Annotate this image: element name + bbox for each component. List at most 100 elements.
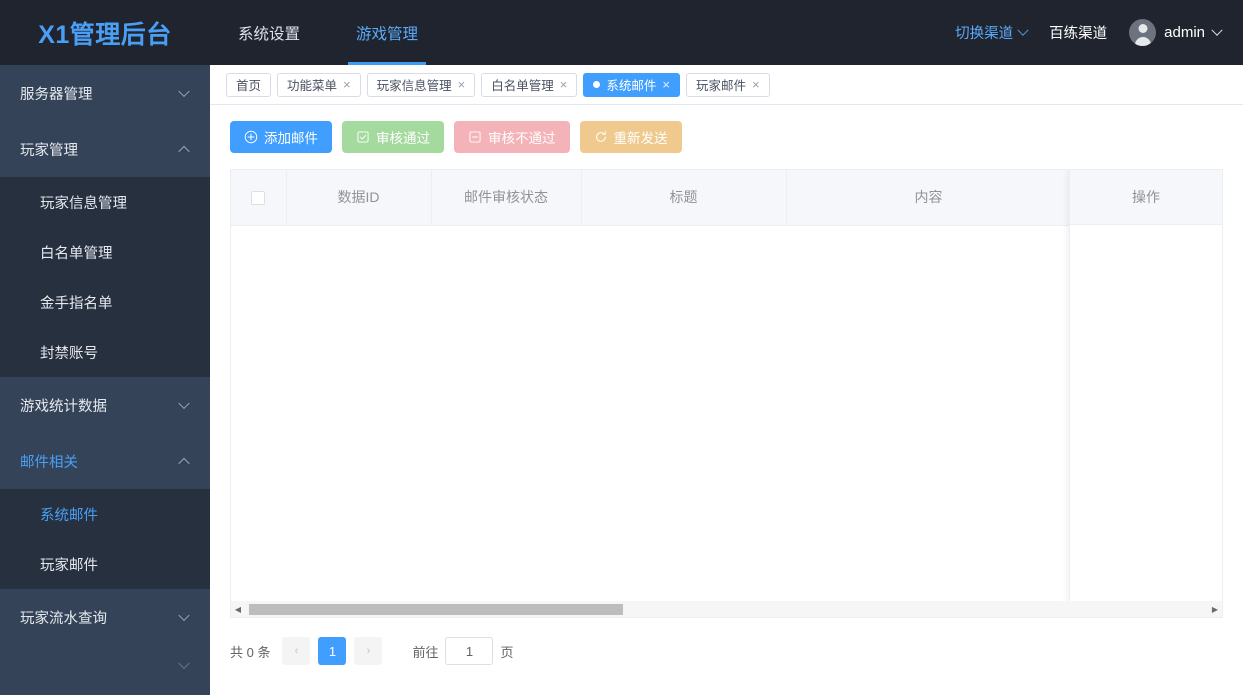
tab-system-mail[interactable]: 系统邮件 ×: [583, 72, 680, 97]
main-content: 首页 功能菜单 × 玩家信息管理 × 白名单管理 × 系统邮件 × 玩家邮件 ×: [210, 65, 1243, 695]
chevron-down-icon: [178, 85, 190, 98]
chevron-down-icon: [178, 609, 190, 622]
tab-whitelist[interactable]: 白名单管理 ×: [481, 72, 578, 97]
table-header-row: 数据ID 邮件审核状态 标题 内容 操作: [231, 170, 1222, 226]
add-mail-button[interactable]: 添加邮件: [230, 121, 332, 153]
close-icon[interactable]: ×: [560, 78, 568, 91]
close-icon[interactable]: ×: [662, 78, 670, 91]
sidebar-item-banned-accounts[interactable]: 封禁账号: [0, 327, 210, 377]
sidebar-group-partially-visible[interactable]: [0, 645, 210, 685]
active-dot-icon: [593, 81, 601, 88]
chevron-down-icon: [178, 397, 190, 410]
close-icon[interactable]: ×: [343, 78, 351, 91]
avatar: [1129, 19, 1157, 46]
tab-player-info[interactable]: 玩家信息管理 ×: [366, 72, 476, 97]
sidebar-item-label: 白名单管理: [40, 245, 113, 262]
table-header-operations: 操作: [1071, 170, 1222, 226]
table-header-data-id: 数据ID: [286, 170, 432, 226]
data-table-element: 数据ID 邮件审核状态 标题 内容 操作: [231, 170, 1222, 226]
page-jump-input[interactable]: [445, 637, 494, 665]
close-icon[interactable]: ×: [458, 78, 466, 91]
content-panel: 添加邮件 审核通过 审核不通过 重新发送 数据ID 邮件审核状态 标题 内容 操…: [210, 105, 1243, 695]
sidebar-group-player-management[interactable]: 玩家管理: [0, 121, 210, 177]
total-count-label: 共 0 条: [230, 644, 271, 660]
sidebar-group-player-transactions[interactable]: 玩家流水查询: [0, 589, 210, 645]
top-nav: 系统设置 游戏管理: [210, 0, 446, 65]
table-header: 数据ID 邮件审核状态 标题 内容 操作: [231, 170, 1222, 226]
jump-prefix-label: 前往: [412, 644, 439, 660]
chevron-down-icon: [1211, 24, 1223, 36]
top-nav-label: 游戏管理: [356, 25, 419, 43]
scroll-left-arrow-icon[interactable]: ◀: [231, 605, 245, 614]
scroll-right-arrow-icon[interactable]: ▶: [1208, 605, 1222, 614]
sidebar-item-label: 玩家信息管理: [40, 195, 127, 212]
sidebar-group-label: 玩家流水查询: [20, 610, 107, 627]
approve-button[interactable]: 审核通过: [342, 121, 444, 153]
chevron-down-icon: [178, 657, 190, 670]
table-body-empty: [231, 225, 1222, 601]
button-label: 重新发送: [613, 131, 668, 146]
horizontal-scrollbar[interactable]: ◀ ▶: [230, 601, 1223, 618]
page-number-1[interactable]: 1: [318, 637, 347, 665]
table-header-select-all: [231, 170, 287, 226]
top-header: X1管理后台 系统设置 游戏管理 切换渠道 百练渠道 admin: [0, 0, 1243, 65]
sidebar-group-mail[interactable]: 邮件相关: [0, 433, 210, 489]
table-header-content: 内容: [786, 170, 1072, 226]
user-menu[interactable]: admin: [1129, 19, 1223, 46]
chevron-up-icon: [178, 145, 190, 158]
sidebar-group-server-management[interactable]: 服务器管理: [0, 65, 210, 121]
top-nav-item-game-management[interactable]: 游戏管理: [328, 0, 446, 65]
sidebar-group-label: 邮件相关: [20, 454, 78, 471]
sidebar-item-label: 系统邮件: [40, 507, 98, 524]
jump-suffix-label: 页: [500, 644, 514, 660]
prev-page-button[interactable]: ‹: [282, 637, 311, 665]
sidebar-submenu-player-management: 玩家信息管理 白名单管理 金手指名单 封禁账号: [0, 177, 210, 377]
check-square-icon: [356, 130, 370, 144]
switch-channel-dropdown[interactable]: 切换渠道: [955, 22, 1029, 43]
sidebar-submenu-mail: 系统邮件 玩家邮件: [0, 489, 210, 589]
app-brand-logo: X1管理后台: [38, 20, 172, 49]
tab-label: 玩家邮件: [695, 79, 746, 93]
select-all-checkbox[interactable]: [251, 191, 266, 206]
circle-plus-icon: [244, 130, 258, 144]
chevron-down-icon: [1017, 24, 1029, 36]
minus-square-icon: [468, 130, 482, 144]
page-jumper: 前往 页: [412, 637, 514, 665]
refresh-icon: [594, 130, 608, 144]
tab-label: 玩家信息管理: [376, 79, 452, 93]
current-channel-label: 百练渠道: [1049, 26, 1108, 42]
scrollbar-track[interactable]: [245, 603, 1208, 616]
button-label: 添加邮件: [264, 131, 318, 146]
tab-bar: 首页 功能菜单 × 玩家信息管理 × 白名单管理 × 系统邮件 × 玩家邮件 ×: [210, 65, 1243, 105]
button-label: 审核不通过: [488, 131, 556, 146]
data-table: 数据ID 邮件审核状态 标题 内容 操作 操作: [230, 169, 1223, 601]
tab-player-mail[interactable]: 玩家邮件 ×: [685, 72, 770, 97]
table-header-title: 标题: [581, 170, 787, 226]
close-icon[interactable]: ×: [752, 78, 760, 91]
sidebar-item-label: 金手指名单: [40, 295, 113, 312]
button-label: 审核通过: [376, 131, 430, 146]
sidebar-item-label: 封禁账号: [40, 345, 98, 362]
sidebar-item-system-mail[interactable]: 系统邮件: [0, 489, 210, 539]
sidebar-item-whitelist[interactable]: 白名单管理: [0, 227, 210, 277]
sidebar-item-cheat-list[interactable]: 金手指名单: [0, 277, 210, 327]
scrollbar-thumb[interactable]: [249, 603, 623, 615]
sidebar-item-player-info[interactable]: 玩家信息管理: [0, 177, 210, 227]
resend-button[interactable]: 重新发送: [579, 121, 682, 153]
action-toolbar: 添加邮件 审核通过 审核不通过 重新发送: [230, 121, 1223, 153]
user-name-label: admin: [1164, 24, 1205, 41]
tab-home[interactable]: 首页: [226, 72, 272, 97]
sidebar-group-game-statistics[interactable]: 游戏统计数据: [0, 377, 210, 433]
top-nav-item-system-settings[interactable]: 系统设置: [210, 0, 328, 65]
tab-function-menu[interactable]: 功能菜单 ×: [277, 72, 361, 97]
next-page-button[interactable]: ›: [354, 637, 383, 665]
sidebar-item-player-mail[interactable]: 玩家邮件: [0, 539, 210, 589]
reject-button[interactable]: 审核不通过: [454, 121, 570, 153]
pagination: 共 0 条 ‹ 1 › 前往 页: [230, 626, 1223, 676]
tab-label: 首页: [236, 79, 262, 93]
switch-channel-label: 切换渠道: [955, 26, 1014, 42]
sidebar[interactable]: 服务器管理 玩家管理 玩家信息管理 白名单管理 金手指名单 封禁账号 游戏统计数…: [0, 65, 210, 695]
sidebar-group-label: 服务器管理: [20, 86, 93, 103]
sidebar-group-label: 游戏统计数据: [20, 398, 107, 415]
table-header-audit-status: 邮件审核状态: [431, 170, 582, 226]
